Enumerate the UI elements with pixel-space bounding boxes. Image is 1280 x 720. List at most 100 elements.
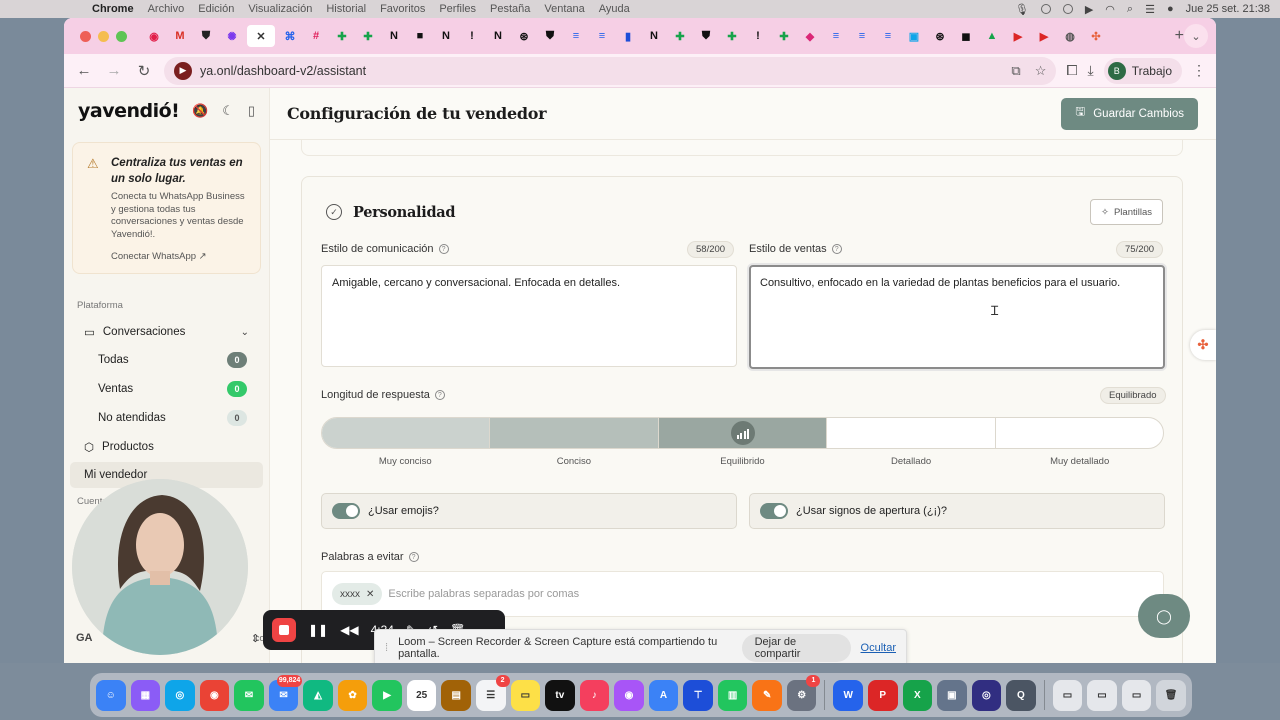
stop-sharing-button[interactable]: Dejar de compartir [741, 634, 851, 662]
menu-item[interactable]: Pestaña [490, 3, 530, 15]
pocket-icon[interactable]: ◼ [955, 25, 977, 47]
back-button[interactable]: ← [74, 62, 94, 79]
gmail-icon[interactable]: M [169, 25, 191, 47]
sheets-icon[interactable]: ✚ [357, 25, 379, 47]
launchpad-icon[interactable]: ▦ [130, 679, 161, 711]
slider-handle[interactable] [730, 421, 755, 445]
response-length-slider[interactable] [321, 417, 1164, 449]
globe-icon[interactable]: ◍ [1059, 25, 1081, 47]
sidebar-item-conversations[interactable]: ▭ Conversaciones ⌄ [70, 319, 263, 345]
notion-icon[interactable]: N [383, 25, 405, 47]
minimize-window-button[interactable] [98, 30, 109, 42]
docs-icon[interactable]: ≡ [565, 25, 587, 47]
new-tab-button[interactable]: + [1175, 27, 1184, 45]
moon-icon[interactable]: ☾ [222, 103, 234, 119]
podcasts-icon[interactable]: ◉ [614, 679, 644, 711]
stop-recording-button[interactable] [272, 618, 296, 642]
notes-brown-icon[interactable]: ▤ [441, 679, 472, 711]
slider-segment[interactable] [490, 418, 659, 448]
slider-segment[interactable] [322, 418, 491, 448]
youtube-icon[interactable]: ▶ [1007, 25, 1029, 47]
trash-icon[interactable]: 🗑 [1156, 679, 1186, 711]
record-icon[interactable]: ◉ [143, 25, 165, 47]
microphone-icon[interactable]: 🎙 [1015, 3, 1029, 16]
hubspot-icon[interactable]: ✣ [1085, 25, 1107, 47]
tab-search-button[interactable]: ⌄ [1184, 24, 1208, 48]
mail-icon[interactable]: ✉ 99,824 [268, 674, 303, 711]
slider-segment[interactable] [658, 418, 828, 448]
opening-marks-toggle-switch[interactable] [760, 503, 788, 519]
hubspot-widget-icon[interactable]: ✣ [1190, 330, 1216, 360]
cast-icon[interactable]: ⧉ [1011, 63, 1020, 79]
tv-icon[interactable]: tv [545, 679, 575, 711]
address-bar[interactable]: ▶ ya.onl/dashboard-v2/assistant ⧉ ☆ [164, 56, 1057, 85]
menu-item[interactable]: Archivo [148, 3, 185, 15]
messages-icon[interactable]: ✉ [234, 679, 264, 711]
sidebar-item-todas[interactable]: Todas 0 [64, 345, 269, 374]
openai-icon[interactable]: ⊛ [929, 25, 951, 47]
slider-segment[interactable] [996, 418, 1163, 448]
docs-icon[interactable]: ≡ [591, 25, 613, 47]
sheets-icon[interactable]: ✚ [331, 25, 353, 47]
help-icon[interactable]: ? [408, 552, 419, 562]
exclaim-icon[interactable]: ! [461, 25, 483, 47]
pause-icon[interactable]: ❚❚ [308, 623, 328, 637]
menu-item[interactable]: Visualización [248, 3, 312, 15]
sidebar-item-products[interactable]: ⬡ Productos [70, 434, 263, 460]
sheets-icon[interactable]: ✚ [721, 25, 743, 47]
window-icon[interactable]: ▭ [1052, 679, 1083, 711]
notes-icon[interactable]: ▭ [510, 679, 541, 711]
settings-icon[interactable]: ⚙ 1 [786, 674, 821, 711]
help-icon[interactable]: ? [438, 244, 449, 254]
help-icon[interactable]: ? [434, 390, 445, 400]
connect-whatsapp-link[interactable]: Conectar WhatsApp ↗ [111, 251, 248, 262]
sidebar-toggle-icon[interactable]: ▯ [248, 103, 255, 119]
forward-button[interactable]: → [104, 62, 124, 79]
site-info-icon[interactable]: ▶ [174, 61, 192, 80]
reminders-icon[interactable]: ☰ 2 [476, 674, 510, 711]
emoji-toggle-row[interactable]: ¿Usar emojis? [321, 493, 737, 529]
menu-item[interactable]: Edición [198, 3, 234, 15]
extensions-icon[interactable]: ⧠ [1066, 62, 1077, 79]
docs-icon[interactable]: ≡ [851, 25, 873, 47]
drag-handle-icon[interactable]: ⁞ [385, 642, 388, 654]
help-icon[interactable]: ? [831, 244, 842, 254]
menu-datetime[interactable]: Jue 25 set. 21:38 [1186, 3, 1270, 15]
menu-item[interactable]: Ventana [544, 3, 584, 15]
facetime-icon[interactable]: ▶ [372, 679, 402, 711]
siri-icon[interactable]: ● [1167, 3, 1174, 15]
numbers-icon[interactable]: ▥ [717, 679, 748, 711]
app-blue-icon[interactable]: ⌘ [279, 25, 301, 47]
docs-icon[interactable]: ≡ [877, 25, 899, 47]
app-logo[interactable]: yavendió! [78, 100, 180, 122]
notion-icon[interactable]: N [487, 25, 509, 47]
colorful-icon[interactable]: ◆ [799, 25, 821, 47]
status-circle-icon[interactable] [1062, 4, 1073, 14]
slack-icon[interactable]: # [305, 25, 327, 47]
play-icon[interactable]: ▶ [1085, 3, 1093, 16]
rewind-icon[interactable]: ◀◀ [340, 623, 358, 637]
photos-icon[interactable]: ✿ [337, 679, 368, 711]
control-center-icon[interactable]: ☰ [1145, 3, 1155, 16]
reload-button[interactable]: ↻ [134, 62, 154, 80]
finder-icon[interactable]: ☺ [96, 679, 126, 711]
emoji-toggle-switch[interactable] [332, 503, 360, 519]
calendar-icon[interactable]: 25 [406, 679, 437, 711]
window-icon[interactable]: ▭ [1121, 679, 1152, 711]
shield-icon[interactable]: ⛊ [195, 25, 217, 47]
profile-button[interactable]: B Trabajo [1103, 57, 1182, 84]
status-circle-icon[interactable] [1040, 4, 1051, 14]
sales-style-textarea[interactable]: Consultivo, enfocado en la variedad de p… [749, 265, 1165, 369]
excel-icon[interactable]: X [902, 679, 933, 711]
search-icon[interactable]: ⌕ [1127, 3, 1133, 16]
chat-bubble-button[interactable]: ◯ [1138, 594, 1190, 638]
gear-icon[interactable]: ✺ [221, 25, 243, 47]
youtube-icon[interactable]: ▶ [1033, 25, 1055, 47]
close-window-button[interactable] [80, 30, 91, 42]
menu-item[interactable]: Favoritos [380, 3, 425, 15]
sheets-icon[interactable]: ✚ [669, 25, 691, 47]
sidebar-item-ventas[interactable]: Ventas 0 [64, 374, 269, 403]
save-changes-button[interactable]: 🖫 Guardar Cambios [1061, 97, 1198, 130]
quicktime-icon[interactable]: Q [1006, 679, 1036, 711]
loom-webcam-bubble[interactable] [72, 479, 248, 655]
